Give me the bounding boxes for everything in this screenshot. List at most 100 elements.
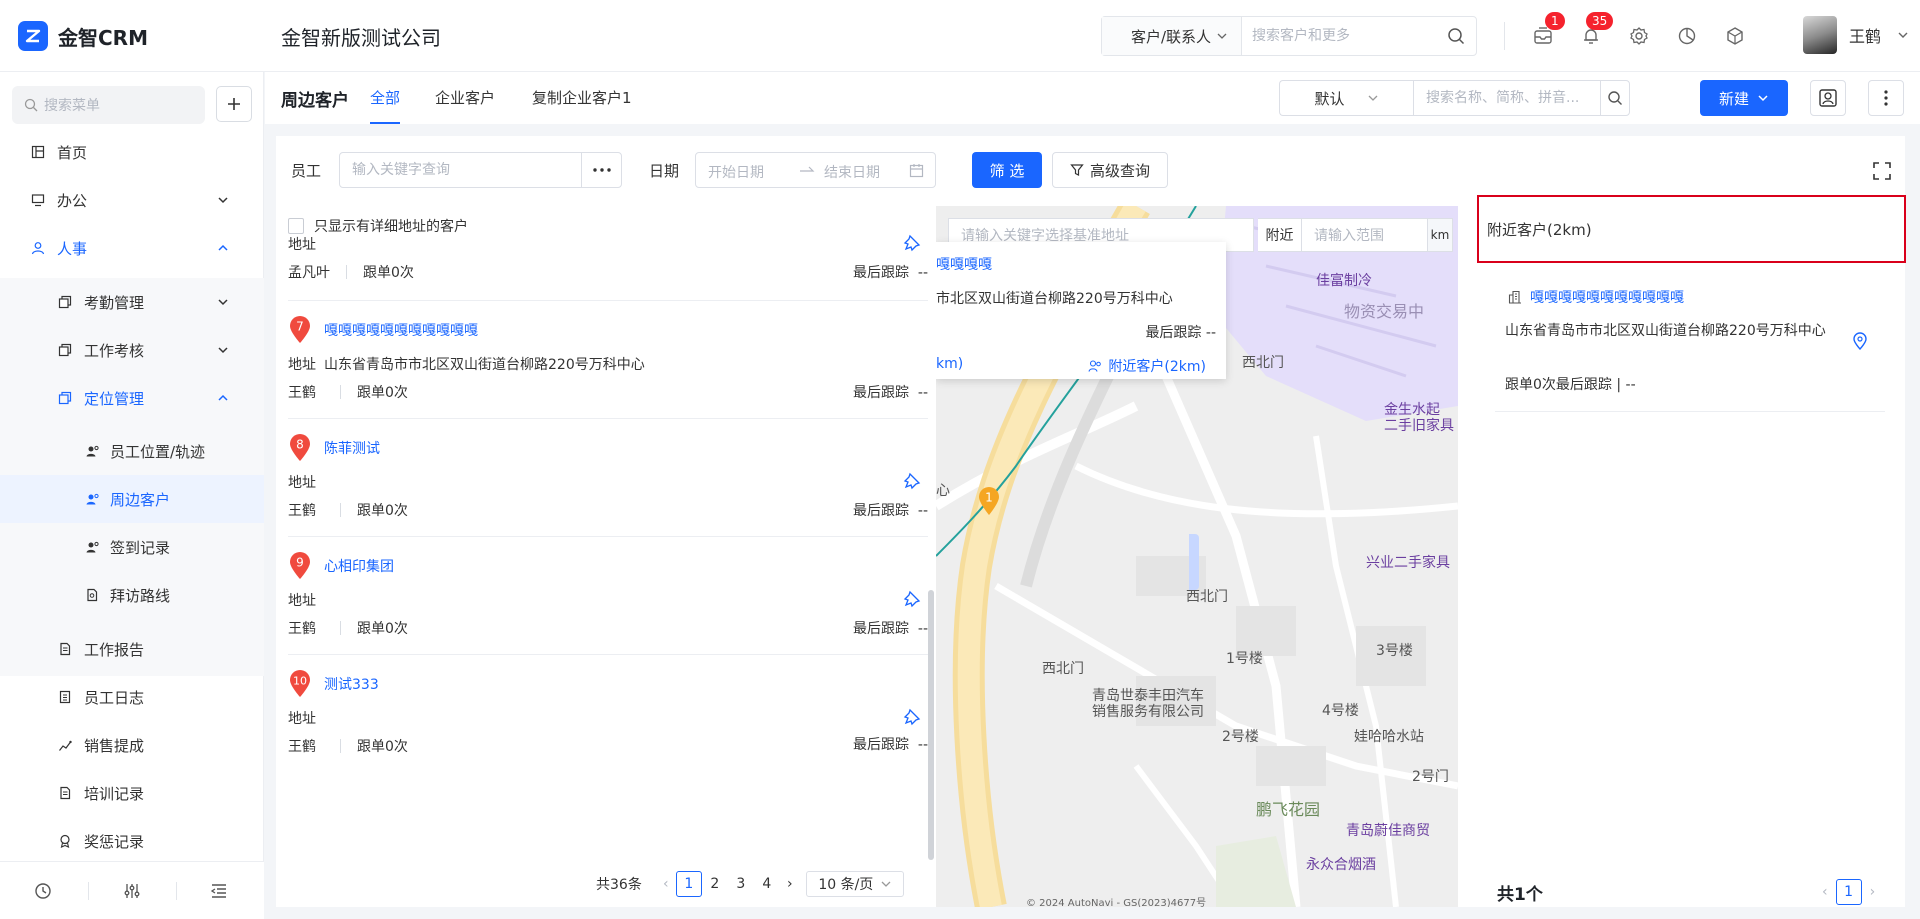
checkbox[interactable]: [288, 218, 304, 234]
sidebar-item-visit-route[interactable]: 拜访路线: [0, 571, 264, 619]
customer-name-link[interactable]: 嘎嘎嘎嘎嘎嘎嘎嘎嘎嘎嘎: [324, 320, 478, 340]
card-meta: 孟凡叶 跟单0次: [288, 262, 414, 282]
divider: [176, 882, 177, 900]
page-3[interactable]: 3: [728, 871, 754, 897]
divider: [340, 385, 341, 399]
prev-page-icon[interactable]: ‹: [1822, 884, 1828, 900]
sidebar-item-employee-log[interactable]: 员工日志: [0, 673, 264, 721]
last-follow-value: --: [917, 737, 928, 753]
pie-chart-icon[interactable]: [1673, 22, 1701, 50]
popup-nearby-link[interactable]: 附近客户(2km): [1088, 356, 1206, 376]
page-1[interactable]: 1: [1835, 879, 1862, 905]
message-icon[interactable]: 1: [1529, 12, 1565, 50]
sidebar-item-home[interactable]: 首页: [0, 128, 264, 176]
map-marker-icon[interactable]: 1: [977, 486, 1001, 516]
scrollbar[interactable]: [928, 590, 934, 860]
location-icon[interactable]: [1852, 332, 1868, 350]
page-2[interactable]: 2: [702, 871, 728, 897]
sidebar-item-nearby-customers[interactable]: 周边客户: [0, 475, 264, 523]
new-button[interactable]: 新建: [1700, 80, 1788, 116]
address-label: 地址: [288, 357, 316, 373]
date-range-picker[interactable]: 开始日期 结束日期: [695, 152, 936, 188]
filter-button[interactable]: 筛 选: [972, 152, 1042, 188]
pin-number: 7: [296, 320, 304, 334]
customer-name-link[interactable]: 陈菲测试: [324, 438, 380, 458]
pin-number: 10: [293, 675, 307, 688]
map-panel-toggle[interactable]: [1189, 534, 1199, 590]
tab-copy-enterprise-customers[interactable]: 复制企业客户1: [532, 87, 632, 124]
app-logo[interactable]: 金智CRM: [18, 21, 148, 51]
follow-count: 跟单0次: [357, 739, 408, 755]
divider: [288, 300, 928, 301]
page-1[interactable]: 1: [675, 871, 702, 897]
prev-page-icon[interactable]: ‹: [656, 876, 676, 892]
tab-enterprise-customers[interactable]: 企业客户: [435, 87, 495, 124]
logo-icon: [18, 21, 48, 51]
popup-distance[interactable]: km): [936, 356, 963, 372]
sidebar-item-training[interactable]: 培训记录: [0, 769, 264, 817]
gear-icon[interactable]: [1625, 22, 1653, 50]
address-label: 地址: [288, 475, 316, 491]
collapse-menu-icon[interactable]: [208, 880, 230, 902]
medal-icon: [57, 833, 73, 849]
cube-icon[interactable]: [1721, 22, 1749, 50]
only-detail-checkbox[interactable]: 只显示有详细地址的客户: [288, 216, 468, 236]
search-icon[interactable]: [1600, 81, 1629, 115]
funnel-icon: [1070, 164, 1084, 176]
sidebar-item-rewards[interactable]: 奖惩记录: [0, 817, 264, 865]
contact-card-button[interactable]: [1810, 80, 1846, 116]
more-button[interactable]: [1868, 80, 1904, 116]
search-icon[interactable]: [1436, 17, 1476, 55]
sidebar-item-work-report[interactable]: 工作报告: [0, 625, 264, 673]
add-button[interactable]: [216, 86, 252, 122]
customer-name-link[interactable]: 心相印集团: [324, 556, 394, 576]
owner-name: 王鹤: [288, 739, 316, 755]
chevron-down-icon: [218, 299, 228, 306]
owner-name: 王鹤: [288, 385, 316, 401]
user-name: 王鹤: [1849, 27, 1882, 46]
only-detail-label: 只显示有详细地址的客户: [314, 219, 468, 235]
pin-icon[interactable]: [903, 234, 921, 252]
sidebar-item-attendance[interactable]: 考勤管理: [0, 278, 264, 326]
menu-search-input[interactable]: 搜索菜单: [12, 86, 205, 124]
last-follow-label: 最后跟踪: [852, 737, 909, 753]
fullscreen-icon[interactable]: [1873, 162, 1891, 180]
pin-icon[interactable]: [903, 472, 921, 490]
employee-input[interactable]: [340, 153, 580, 187]
page-4[interactable]: 4: [754, 871, 780, 897]
customer-name-link[interactable]: 测试333: [324, 674, 379, 694]
sidebar-item-location[interactable]: 定位管理: [0, 374, 264, 422]
popup-customer-name[interactable]: 嘎嘎嘎嘎: [936, 254, 992, 274]
page-size-select[interactable]: 10 条/页: [805, 871, 904, 897]
sidebar-item-sales-commission[interactable]: 销售提成: [0, 721, 264, 769]
user-menu[interactable]: 王鹤: [1803, 16, 1909, 54]
advanced-query-button[interactable]: 高级查询: [1052, 152, 1168, 188]
pin-icon[interactable]: [903, 708, 921, 726]
bell-icon[interactable]: 35: [1577, 12, 1614, 50]
sidebar-item-office[interactable]: 办公: [0, 176, 264, 224]
document-icon: [84, 587, 100, 603]
next-page-icon[interactable]: ›: [780, 876, 800, 892]
plus-icon: [228, 98, 240, 110]
pin-icon[interactable]: [903, 590, 921, 608]
date-label: 日期: [649, 162, 680, 180]
global-search-input[interactable]: [1242, 17, 1436, 55]
customer-search-input[interactable]: [1414, 81, 1600, 115]
sliders-icon[interactable]: [121, 880, 143, 902]
sidebar-item-checkin-records[interactable]: 签到记录: [0, 523, 264, 571]
address-row: 地址 山东省青岛市市北区双山街道台柳路220号万科中心: [288, 354, 645, 374]
more-icon[interactable]: [581, 153, 621, 187]
next-page-icon[interactable]: ›: [1870, 884, 1876, 900]
advanced-query-label: 高级查询: [1089, 161, 1150, 180]
sidebar-item-label: 周边客户: [110, 490, 171, 509]
sidebar-item-employee-location[interactable]: 员工位置/轨迹: [0, 427, 264, 475]
search-type-select[interactable]: 客户/联系人: [1102, 17, 1242, 55]
history-icon[interactable]: [32, 880, 54, 902]
range-input[interactable]: 请输入范围: [1302, 218, 1428, 252]
nearby-customer-link[interactable]: 嘎嘎嘎嘎嘎嘎嘎嘎嘎嘎嘎: [1508, 287, 1684, 307]
sidebar-item-assessment[interactable]: 工作考核: [0, 326, 264, 374]
view-select[interactable]: 默认: [1279, 80, 1413, 116]
tab-all[interactable]: 全部: [370, 87, 401, 124]
sidebar-item-hr[interactable]: 人事: [0, 224, 264, 272]
map-label: 心: [936, 483, 950, 499]
